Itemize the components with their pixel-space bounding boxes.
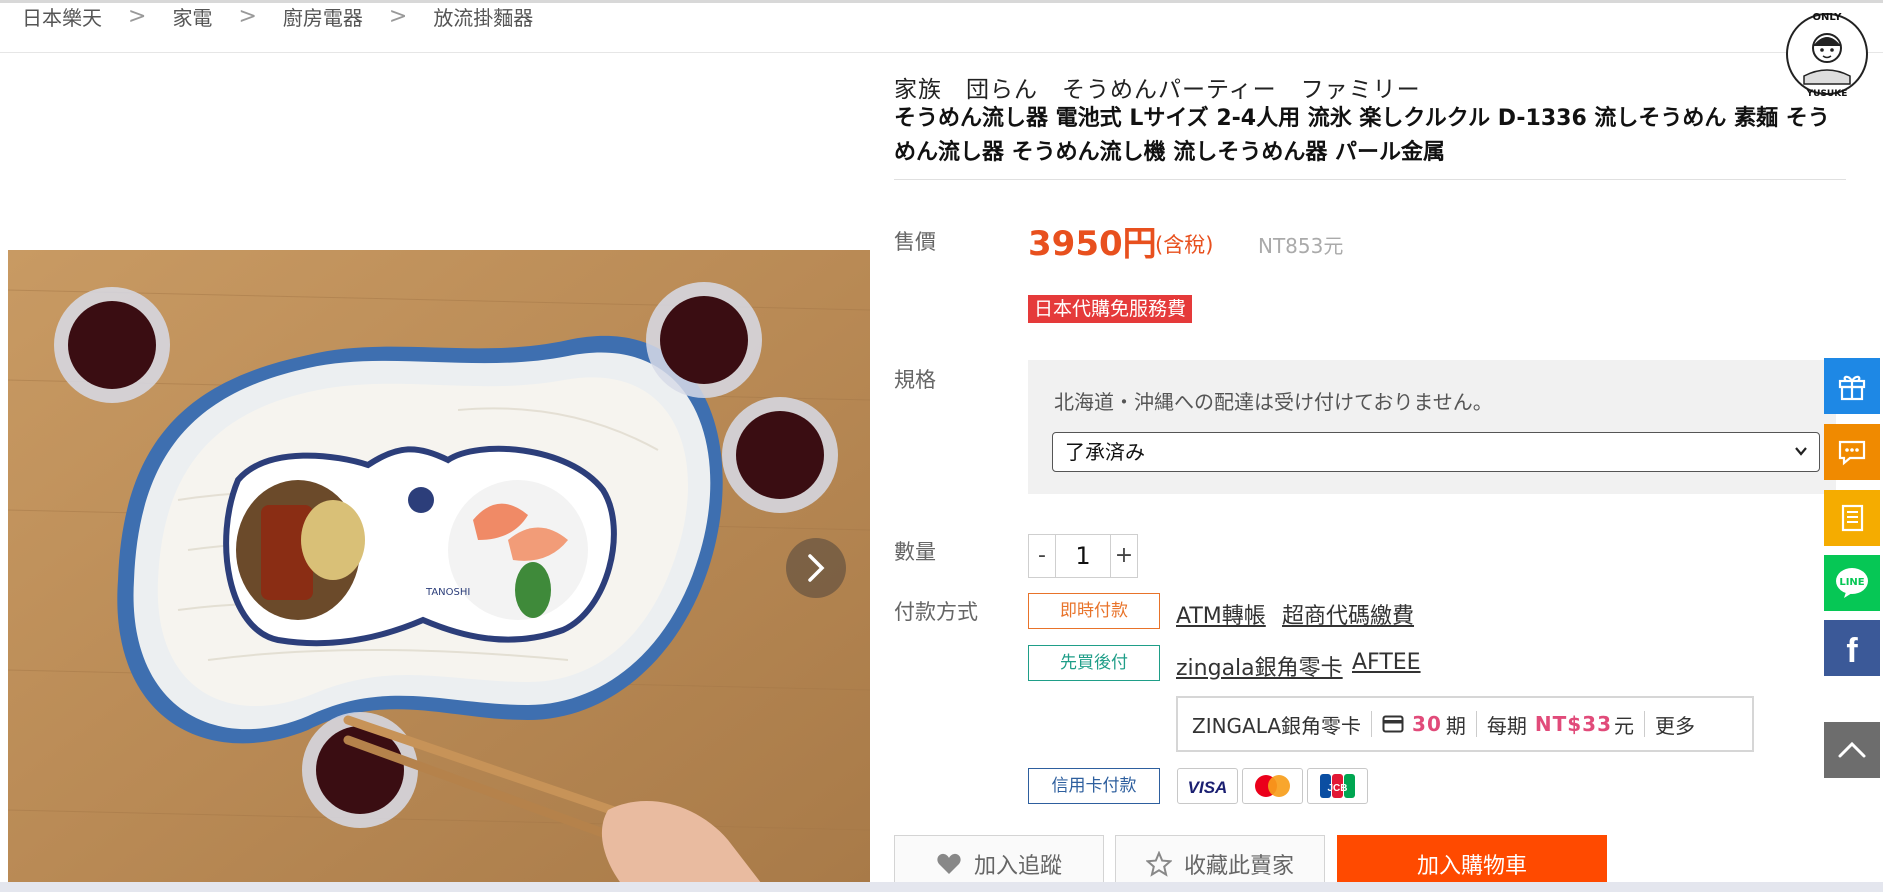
svg-text:LINE: LINE [1839,577,1864,588]
sauce-cup [646,282,762,398]
sauce-cup [722,397,838,513]
breadcrumb: 日本樂天 > 家電 > 廚房電器 > 放流掛麵器 [0,0,1883,53]
spec-note: 北海道・沖縄への配達は受け付けておりません。 [1054,390,1493,414]
product-photo: TANOSHI [8,250,870,892]
page: 日本樂天 > 家電 > 廚房電器 > 放流掛麵器 ONLY YUSUKE TAN… [0,0,1883,892]
visa-icon: VISA [1177,768,1238,804]
facebook-button[interactable]: f [1824,620,1880,676]
convenience-store-link[interactable]: 超商代碼繳費 [1282,598,1414,630]
sauce-cup [302,712,418,828]
per-period-unit: 元 [1614,713,1635,738]
twd-price: NT853元 [1258,234,1344,258]
svg-text:ONLY: ONLY [1813,12,1843,23]
svg-text:TANOSHI: TANOSHI [425,587,470,598]
quantity-plus-button[interactable]: + [1111,535,1137,577]
installment-unit: 期 [1445,713,1466,738]
more-link[interactable]: 更多 [1655,710,1695,739]
heart-icon [937,853,961,874]
bnpl-tag: 先買後付 [1028,645,1160,681]
next-image-button[interactable] [786,538,846,598]
zingala-installment-box[interactable]: ZINGALA銀角零卡 30 期 每期 NT$33 元 更多 [1176,696,1754,752]
aftee-link[interactable]: AFTEE [1352,650,1421,675]
divider [1371,711,1373,737]
chevron-right-icon: > [128,3,147,29]
chat-button[interactable] [1824,424,1880,480]
credit-card-icon [1382,715,1404,733]
instant-payment-tag: 即時付款 [1028,593,1160,629]
atm-transfer-link[interactable]: ATM轉帳 [1176,598,1266,630]
mastercard-icon [1242,768,1303,804]
breadcrumb-item-kitchen[interactable]: 廚房電器 [283,2,363,31]
chevron-right-icon: > [238,3,257,29]
svg-text:YUSUKE: YUSUKE [1806,89,1848,99]
quantity-minus-button[interactable]: - [1029,535,1055,577]
chevron-right-icon: > [388,3,408,29]
svg-text:f: f [1846,632,1858,666]
product-title: そうめん流し器 電池式 Lサイズ 2-4人用 流氷 楽しクルクル D-1336 … [894,106,1830,165]
favorite-seller-label: 收藏此賣家 [1183,853,1294,879]
chevron-down-icon [1795,447,1807,456]
quantity-input[interactable]: 1 [1055,535,1111,577]
price-amount: 3950円 [1028,224,1157,264]
product-image[interactable]: TANOSHI [8,250,870,892]
quantity-label: 數量 [894,540,936,564]
gift-icon [1838,375,1866,401]
top-divider [0,0,1883,3]
notebook-button[interactable] [1824,490,1880,546]
back-to-top-icon [1838,741,1866,758]
spec-box: 北海道・沖縄への配達は受け付けておりません。 了承済み [1028,360,1836,494]
star-icon [1145,850,1172,877]
back-to-top-button[interactable] [1824,722,1880,778]
line-icon: LINE [1836,568,1868,598]
notebook-icon [1841,504,1864,532]
price-label: 售價 [894,230,936,254]
zingala-link[interactable]: zingala銀角零卡 [1176,650,1343,682]
chevron-right-icon [808,554,825,582]
svg-text:VISA: VISA [1188,778,1228,797]
jcb-icon: JCB [1307,768,1368,804]
yusuke-logo: ONLY YUSUKE [1786,12,1868,99]
status-badge: 日本代購免服務費 [1028,295,1193,323]
svg-text:JCB: JCB [1327,783,1347,794]
installment-count: 30 [1412,712,1442,736]
breadcrumb-item-appliances[interactable]: 家電 [172,2,212,31]
add-to-watchlist-label: 加入追蹤 [973,853,1062,879]
zingala-name: ZINGALA銀角零卡 [1192,713,1362,738]
per-period-label: 每期 [1486,713,1527,738]
line-button[interactable]: LINE [1824,555,1880,611]
facebook-icon: f [1846,632,1858,666]
bottom-strip [0,882,1883,892]
spec-select-value: 了承済み [1065,440,1145,464]
gift-button[interactable] [1824,358,1880,414]
payment-label: 付款方式 [894,600,978,624]
divider [1475,711,1477,737]
quantity-stepper: - 1 + [1028,534,1138,578]
breadcrumb-item-rakuten[interactable]: 日本樂天 [22,2,102,31]
credit-card-tag: 信用卡付款 [1028,768,1160,804]
divider [894,179,1846,180]
per-period-amount: NT$33 [1534,712,1613,736]
sauce-cup [54,287,170,403]
chat-icon [1838,440,1866,466]
divider [1644,711,1646,737]
breadcrumb-item-noodle-machine[interactable]: 放流掛麵器 [433,2,533,31]
spec-label: 規格 [894,368,936,392]
spec-select[interactable]: 了承済み [1052,432,1820,472]
product-subtitle: 家族 団らん そうめんパーティー ファミリー [894,77,1421,103]
tax-note: (含稅) [1155,233,1214,257]
